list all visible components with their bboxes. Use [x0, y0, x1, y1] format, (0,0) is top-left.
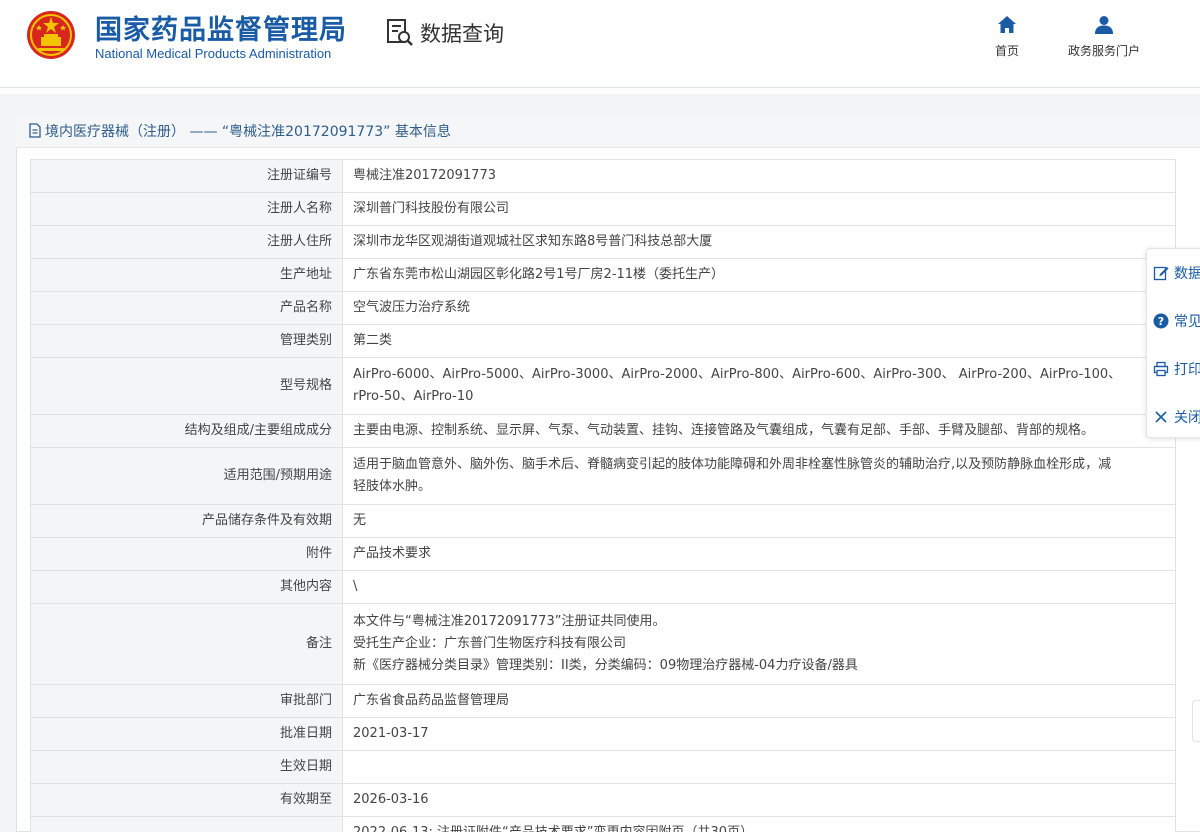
- table-row: 型号规格 AirPro-6000、AirPro-5000、AirPro-3000…: [30, 357, 1176, 415]
- row-label: 其他内容: [30, 570, 343, 604]
- row-value: \: [342, 570, 1176, 604]
- panel-title-text: 境内医疗器械（注册） —— “粤械注准20172091773” 基本信息: [45, 123, 451, 140]
- table-row: 注册证编号 粤械注准20172091773: [30, 159, 1176, 193]
- edit-icon: [1153, 265, 1169, 281]
- back-to-top-tab[interactable]: [1192, 700, 1200, 742]
- row-value: 2021-03-17: [342, 717, 1176, 751]
- row-value: 产品技术要求: [342, 537, 1176, 571]
- row-label: 产品名称: [30, 291, 343, 325]
- table-row: 其他内容 \: [30, 570, 1176, 604]
- row-label: 管理类别: [30, 324, 343, 358]
- row-value: 主要由电源、控制系统、显示屏、气泵、气动装置、挂钩、连接管路及气囊组成，气囊有足…: [342, 414, 1176, 448]
- row-value: 适用于脑血管意外、脑外伤、脑手术后、脊髓病变引起的肢体功能障碍和外周非栓塞性脉管…: [342, 447, 1176, 505]
- row-label: 适用范围/预期用途: [30, 447, 343, 505]
- row-value: AirPro-6000、AirPro-5000、AirPro-3000、AirP…: [342, 357, 1176, 415]
- close-button[interactable]: 关闭: [1147, 397, 1200, 437]
- table-row: 产品名称 空气波压力治疗系统: [30, 291, 1176, 325]
- row-label: 批准日期: [30, 717, 343, 751]
- row-label: 有效期至: [30, 783, 343, 817]
- data-correction-button[interactable]: 数据: [1147, 253, 1200, 293]
- faq-label: 常见: [1174, 314, 1200, 330]
- home-icon: [998, 16, 1016, 33]
- national-emblem-icon: [27, 11, 75, 59]
- row-value: 空气波压力治疗系统: [342, 291, 1176, 325]
- row-value: 2026-03-16: [342, 783, 1176, 817]
- table-row: 结构及组成/主要组成成分 主要由电源、控制系统、显示屏、气泵、气动装置、挂钩、连…: [30, 414, 1176, 448]
- table-row: 附件 产品技术要求: [30, 537, 1176, 571]
- row-value: 第二类: [342, 324, 1176, 358]
- table-row: 批准日期 2021-03-17: [30, 717, 1176, 751]
- agency-name-cn: 国家药品监督管理局: [95, 15, 347, 46]
- nav-service-portal-label: 政务服务门户: [1068, 44, 1141, 58]
- row-value: [342, 750, 1176, 784]
- table-row: 产品储存条件及有效期 无: [30, 504, 1176, 538]
- agency-name-en: National Medical Products Administration: [95, 46, 332, 61]
- nav-service-portal[interactable]: 政务服务门户: [1068, 14, 1140, 59]
- row-value: 深圳普门科技股份有限公司: [342, 192, 1176, 226]
- nav-home-label: 首页: [995, 44, 1020, 58]
- table-row: 审批部门 广东省食品药品监督管理局: [30, 684, 1176, 718]
- row-label: 产品储存条件及有效期: [30, 504, 343, 538]
- print-button[interactable]: 打印: [1147, 349, 1200, 389]
- table-row: 生产地址 广东省东莞市松山湖园区彰化路2号1号厂房2-11楼（委托生产）: [30, 258, 1176, 292]
- document-icon: [29, 123, 41, 138]
- value-line: 受托生产企业：广东普门生物医疗科技有限公司: [353, 636, 627, 651]
- table-row: 有效期至 2026-03-16: [30, 783, 1176, 817]
- table-row: 适用范围/预期用途 适用于脑血管意外、脑外伤、脑手术后、脊髓病变引起的肢体功能障…: [30, 447, 1176, 505]
- row-label: 生产地址: [30, 258, 343, 292]
- value-line: 新《医疗器械分类目录》管理类别：II类，分类编码：09物理治疗器械-04力疗设备…: [353, 658, 858, 673]
- value-line: AirPro-6000、AirPro-5000、AirPro-3000、AirP…: [353, 367, 1122, 382]
- row-label: 生效日期: [30, 750, 343, 784]
- value-line: 轻肢体水肿。: [353, 479, 432, 494]
- data-query-heading: 数据查询: [386, 18, 504, 48]
- row-label: 型号规格: [30, 357, 343, 415]
- value-line: rPro-50、AirPro-10: [353, 389, 474, 404]
- row-value: 粤械注准20172091773: [342, 159, 1176, 193]
- row-value: 无: [342, 504, 1176, 538]
- close-label: 关闭: [1174, 410, 1200, 426]
- row-value: 深圳市龙华区观湖街道观城社区求知东路8号普门科技总部大厦: [342, 225, 1176, 259]
- row-value: 2022-06-13: 注册证附件“产品技术要求”变更内容因附页（共30页）: [342, 816, 1176, 832]
- row-label: 备注: [30, 603, 343, 685]
- row-label: [30, 816, 343, 832]
- row-label: 注册证编号: [30, 159, 343, 193]
- row-label: 注册人名称: [30, 192, 343, 226]
- row-value: 广东省东莞市松山湖园区彰化路2号1号厂房2-11楼（委托生产）: [342, 258, 1176, 292]
- data-query-icon: [387, 19, 413, 46]
- data-query-title: 数据查询: [420, 22, 504, 46]
- nav-home[interactable]: 首页: [995, 14, 1019, 59]
- row-label: 结构及组成/主要组成成分: [30, 414, 343, 448]
- value-line: 适用于脑血管意外、脑外伤、脑手术后、脊髓病变引起的肢体功能障碍和外周非栓塞性脉管…: [353, 457, 1112, 472]
- svg-text:?: ?: [1158, 315, 1164, 328]
- table-row: 2022-06-13: 注册证附件“产品技术要求”变更内容因附页（共30页）: [30, 816, 1176, 832]
- row-label: 审批部门: [30, 684, 343, 718]
- table-row: 注册人住所 深圳市龙华区观湖街道观城社区求知东路8号普门科技总部大厦: [30, 225, 1176, 259]
- device-info-table: 注册证编号 粤械注准20172091773 注册人名称 深圳普门科技股份有限公司…: [30, 159, 1176, 832]
- help-icon: ?: [1153, 313, 1169, 329]
- table-row: 注册人名称 深圳普门科技股份有限公司: [30, 192, 1176, 226]
- faq-button[interactable]: ? 常见: [1147, 301, 1200, 341]
- panel-title: 境内医疗器械（注册） —— “粤械注准20172091773” 基本信息: [16, 114, 1200, 148]
- print-icon: [1153, 361, 1169, 377]
- user-icon: [1095, 16, 1113, 34]
- table-row: 备注 本文件与“粤械注准20172091773”注册证共同使用。 受托生产企业：…: [30, 603, 1176, 685]
- print-label: 打印: [1174, 362, 1200, 378]
- table-row: 生效日期: [30, 750, 1176, 784]
- row-label: 注册人住所: [30, 225, 343, 259]
- row-value: 广东省食品药品监督管理局: [342, 684, 1176, 718]
- value-line: 本文件与“粤械注准20172091773”注册证共同使用。: [353, 614, 666, 629]
- row-value: 本文件与“粤械注准20172091773”注册证共同使用。 受托生产企业：广东普…: [342, 603, 1176, 685]
- site-header: 国家药品监督管理局 National Medical Products Admi…: [0, 0, 1200, 88]
- floating-toolbar: 数据 ? 常见 打印 关闭: [1146, 248, 1200, 438]
- row-label: 附件: [30, 537, 343, 571]
- close-icon: [1153, 409, 1169, 425]
- data-correction-label: 数据: [1174, 266, 1200, 282]
- table-row: 管理类别 第二类: [30, 324, 1176, 358]
